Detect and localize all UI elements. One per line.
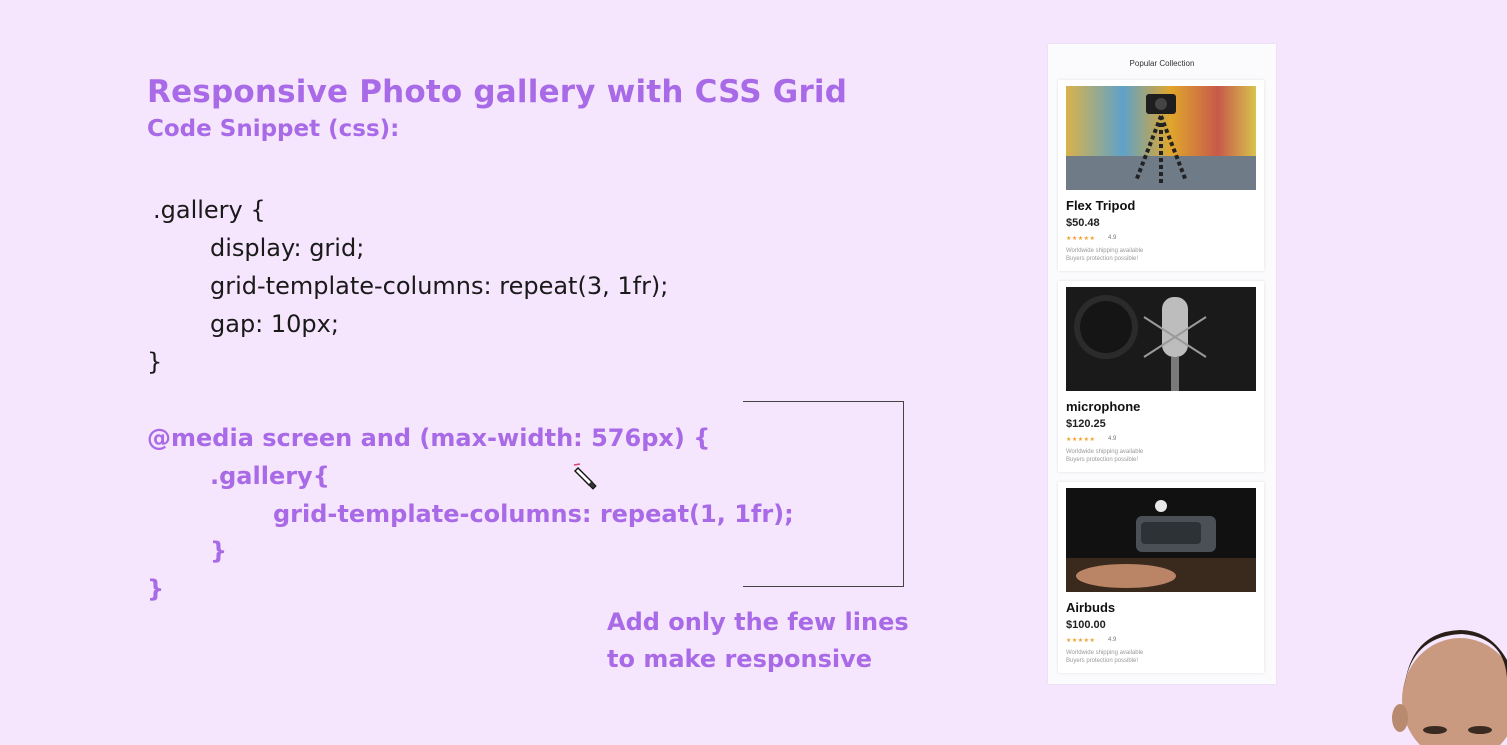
code-line-gap: gap: 10px;	[210, 310, 339, 338]
product-description: Worldwide shipping available Buyers prot…	[1066, 649, 1246, 665]
desc-line-1: Worldwide shipping available	[1066, 248, 1144, 254]
desc-line-2: Buyers protection possible!	[1066, 658, 1139, 664]
rating-stars: ★★★★★	[1066, 638, 1096, 644]
pen-cursor-icon	[572, 462, 598, 497]
desc-line-2: Buyers protection possible!	[1066, 457, 1139, 463]
rating-value: 4.9	[1108, 637, 1117, 643]
rating-stars: ★★★★★	[1066, 236, 1096, 242]
bracket-annotation	[743, 401, 904, 587]
phone-preview: Popular Collection Flex Tripod $50.48 ★★…	[1048, 44, 1276, 684]
rating-value: 4.9	[1108, 436, 1117, 442]
product-name: Flex Tripod	[1066, 198, 1136, 213]
desc-line-1: Worldwide shipping available	[1066, 449, 1144, 455]
product-card[interactable]: microphone $120.25 ★★★★★ 4.9 Worldwide s…	[1058, 281, 1264, 472]
phone-section-title: Popular Collection	[1129, 59, 1195, 68]
code-line-columns: grid-template-columns: repeat(3, 1fr);	[210, 272, 669, 300]
tripod-image	[1066, 86, 1256, 190]
rating-value: 4.9	[1108, 235, 1117, 241]
presenter-webcam	[1390, 630, 1507, 745]
media-line-inner-close: }	[210, 537, 228, 565]
product-description: Worldwide shipping available Buyers prot…	[1066, 247, 1246, 263]
product-description: Worldwide shipping available Buyers prot…	[1066, 448, 1246, 464]
slide-subtitle: Code Snippet (css):	[147, 116, 400, 142]
media-line-columns: grid-template-columns: repeat(1, 1fr);	[273, 500, 794, 528]
media-line-query: @media screen and (max-width: 576px) {	[147, 424, 711, 452]
microphone-image	[1066, 287, 1256, 391]
media-line-outer-close: }	[147, 575, 165, 603]
code-line-selector: .gallery {	[153, 196, 266, 224]
note-line-1: Add only the few lines	[607, 608, 909, 636]
note: Add only the few lines to make responsiv…	[607, 604, 909, 678]
product-name: Airbuds	[1066, 600, 1116, 615]
note-line-2: to make responsive	[607, 645, 873, 673]
airbuds-image	[1066, 488, 1256, 592]
product-card[interactable]: Airbuds $100.00 ★★★★★ 4.9 Worldwide ship…	[1058, 482, 1264, 673]
media-line-selector: .gallery{	[210, 462, 330, 490]
code-line-display: display: grid;	[210, 234, 365, 262]
desc-line-2: Buyers protection possible!	[1066, 256, 1139, 262]
code-line-close: }	[147, 348, 163, 376]
product-price: $50.48	[1066, 217, 1100, 229]
product-price: $100.00	[1066, 619, 1106, 631]
rating-stars: ★★★★★	[1066, 437, 1096, 443]
desc-line-1: Worldwide shipping available	[1066, 650, 1144, 656]
slide-title: Responsive Photo gallery with CSS Grid	[147, 74, 848, 110]
product-name: microphone	[1066, 399, 1141, 414]
product-price: $120.25	[1066, 418, 1106, 430]
product-card[interactable]: Flex Tripod $50.48 ★★★★★ 4.9 Worldwide s…	[1058, 80, 1264, 271]
